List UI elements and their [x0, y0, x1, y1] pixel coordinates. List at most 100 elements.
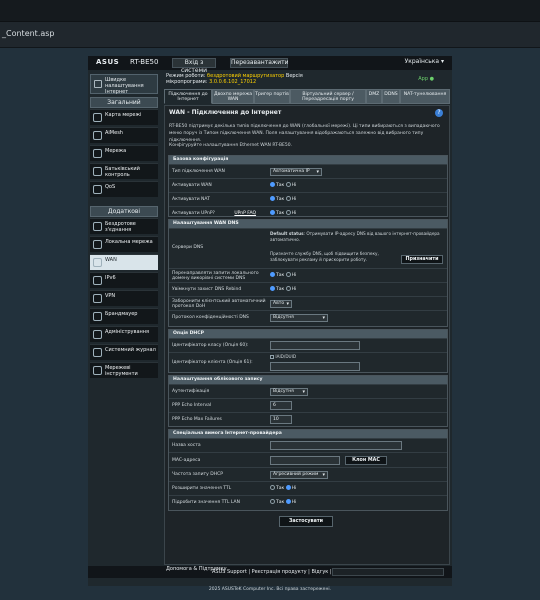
tab-port-trigger[interactable]: Тригер портів [254, 89, 290, 104]
dns-privacy-select[interactable]: Відсутня [270, 314, 328, 322]
network-map-icon [93, 113, 102, 122]
radio-off-icon [285, 272, 291, 277]
no-label: Ні [291, 287, 297, 292]
sidebar-item-network-map[interactable]: Карта мережі [90, 109, 158, 125]
footer-search-input[interactable] [332, 568, 444, 576]
logout-button[interactable]: Вхід з системи [172, 58, 216, 74]
page-description: RT-BE50 підтримує декілька типів підключ… [169, 124, 440, 143]
sidebar-item-qos[interactable]: QoS [90, 181, 158, 197]
reboot-button[interactable]: Перезавантажити [230, 58, 289, 68]
sidebar-item-aimesh[interactable]: AiMesh [90, 127, 158, 143]
browser-address-bar[interactable]: _Content.asp [0, 22, 540, 48]
clone-mac-button[interactable]: Клон MAC [345, 456, 387, 465]
enable-wan-radio[interactable]: Так Ні [270, 182, 296, 188]
wan-type-select[interactable]: Автоматична IP [270, 168, 322, 176]
dhcp-freq-select[interactable]: Агресивний режим [270, 471, 328, 479]
sidebar-item-vpn[interactable]: VPN [90, 290, 158, 306]
tab-dual-wan[interactable]: Двохпо мережа WAN [212, 89, 254, 104]
client-id-input[interactable] [270, 362, 360, 371]
no-label: Ні [291, 273, 297, 278]
assign-dns-button[interactable]: Призначити [401, 255, 443, 264]
sidebar-item-wireless[interactable]: Бездротове з'єднання [90, 218, 158, 234]
iaid-label: IAID/DUID [275, 354, 297, 359]
sidebar-item-firewall[interactable]: Брандмауер [90, 308, 158, 324]
radio-off-icon [285, 210, 291, 215]
tab-virtual-server[interactable]: Віртуальний сервер / Переадресація порту [290, 89, 366, 104]
sidebar-item-lan[interactable]: Локальна мережа [90, 236, 158, 252]
sidebar-item-parental[interactable]: Батьківський контроль [90, 163, 158, 179]
yes-label: Так [276, 183, 285, 188]
sidebar-item-syslog[interactable]: Системний журнал [90, 344, 158, 360]
dns-rebind-radio[interactable]: Так Ні [270, 286, 296, 292]
dns-forward-radio[interactable]: Так Ні [270, 272, 296, 278]
page-note: Конфігуруйте налаштування Ethernet WAN R… [169, 143, 293, 148]
language-label: Українська [404, 58, 440, 65]
class-id-input[interactable] [270, 341, 360, 350]
dns-rebind-label: Увімкнути захист DNS Rebind [172, 287, 242, 292]
guest-network-icon [93, 149, 102, 158]
group-advanced-header: Додаткові налаштування [90, 206, 158, 224]
auth-label: Аутентифікація [172, 389, 210, 394]
qis-button[interactable]: Швидке налаштування Інтернет [90, 74, 158, 95]
upnp-faq-link[interactable]: UPnP FAQ [234, 211, 256, 216]
ttl-lan-label: Підробити значення TTL LAN [172, 500, 240, 505]
tab-dmz[interactable]: DMZ [366, 89, 382, 104]
firewall-icon [93, 312, 102, 321]
dns-header: Налаштування WAN DNS [169, 220, 447, 228]
wan-type-label: Тип підключення WAN [172, 169, 225, 174]
browser-tab-bar [0, 0, 540, 22]
tab-internet-connection[interactable]: Підключення до Інтернет [164, 89, 212, 104]
echo-failures-input[interactable]: 10 [270, 415, 292, 424]
app-label: App [418, 76, 429, 82]
hostname-input[interactable] [270, 441, 402, 450]
admin-icon [93, 330, 102, 339]
operation-info: Режим роботи: бездротовий маршрутизатор … [164, 73, 450, 87]
enable-nat-radio[interactable]: Так Ні [270, 196, 296, 202]
isp-requirement-section: Спеціальна вимога Інтернет-провайдера На… [168, 429, 448, 511]
auth-select[interactable]: Відсутня [270, 388, 308, 396]
qos-icon [93, 185, 102, 194]
doh-label: Заборонити клієнтський автоматичний прот… [172, 299, 266, 309]
sidebar-item-tools[interactable]: Мережеві інструменти [90, 362, 158, 378]
help-icon[interactable]: ? [435, 109, 443, 117]
aimesh-icon [93, 131, 102, 140]
wan-dns-section: Налаштування WAN DNS Сервери DNS Default… [168, 219, 448, 327]
sidebar-item-wan[interactable]: WAN [90, 254, 158, 270]
radio-on-icon [270, 272, 275, 277]
dhcp-header: Опція DHCP [169, 330, 447, 338]
radio-on-icon [270, 182, 275, 187]
yes-label: Так [276, 500, 285, 505]
language-selector[interactable]: Українська ▾ [405, 58, 444, 65]
sidebar-item-administration[interactable]: Адміністрування [90, 326, 158, 342]
radio-off-icon [270, 499, 275, 504]
parental-icon [93, 167, 102, 176]
isp-header: Спеціальна вимога Інтернет-провайдера [169, 430, 447, 438]
sidebar-item-network[interactable]: Мережа [90, 145, 158, 161]
firmware-value[interactable]: 3.0.0.6.102_17012 [209, 79, 256, 85]
top-header: ASUS RT-BE50 Вхід з системи Перезавантаж… [88, 56, 452, 74]
yes-label: Так [276, 273, 285, 278]
enable-upnp-radio[interactable]: Так Ні [270, 210, 296, 216]
no-label: Ні [291, 183, 297, 188]
footer-links[interactable]: ASUS Support | Реєстрація продукту | Від… [212, 569, 343, 575]
tab-ddns[interactable]: DDNS [382, 89, 400, 104]
sidebar-item-ipv6[interactable]: IPv6 [90, 272, 158, 288]
no-label: Ні [291, 197, 297, 202]
hostname-label: Назва хоста [172, 443, 201, 448]
iaid-checkbox[interactable]: IAID/DUID [270, 354, 296, 359]
doh-select[interactable]: Авто [270, 300, 292, 308]
mac-input[interactable] [270, 456, 340, 465]
class-id-label: Ідентифікатор класу (Опція 60): [172, 343, 249, 348]
radio-on-icon [285, 485, 291, 490]
apply-button[interactable]: Застосувати [279, 516, 333, 527]
ttl-lan-radio[interactable]: Так Ні [270, 499, 296, 505]
yes-label: Так [276, 287, 285, 292]
ttl-radio[interactable]: Так Ні [270, 485, 296, 491]
firmware-label: мікропрограми: [166, 79, 208, 85]
account-header: Налаштування облікового запису [169, 376, 447, 384]
app-link[interactable]: App ● [418, 76, 434, 82]
tab-nat-passthrough[interactable]: NAT-тунелювання [400, 89, 450, 104]
dns-note: Призначте службу DNS, щоб підвищити безп… [270, 251, 379, 262]
lan-icon [93, 240, 102, 249]
echo-interval-input[interactable]: 6 [270, 401, 292, 410]
